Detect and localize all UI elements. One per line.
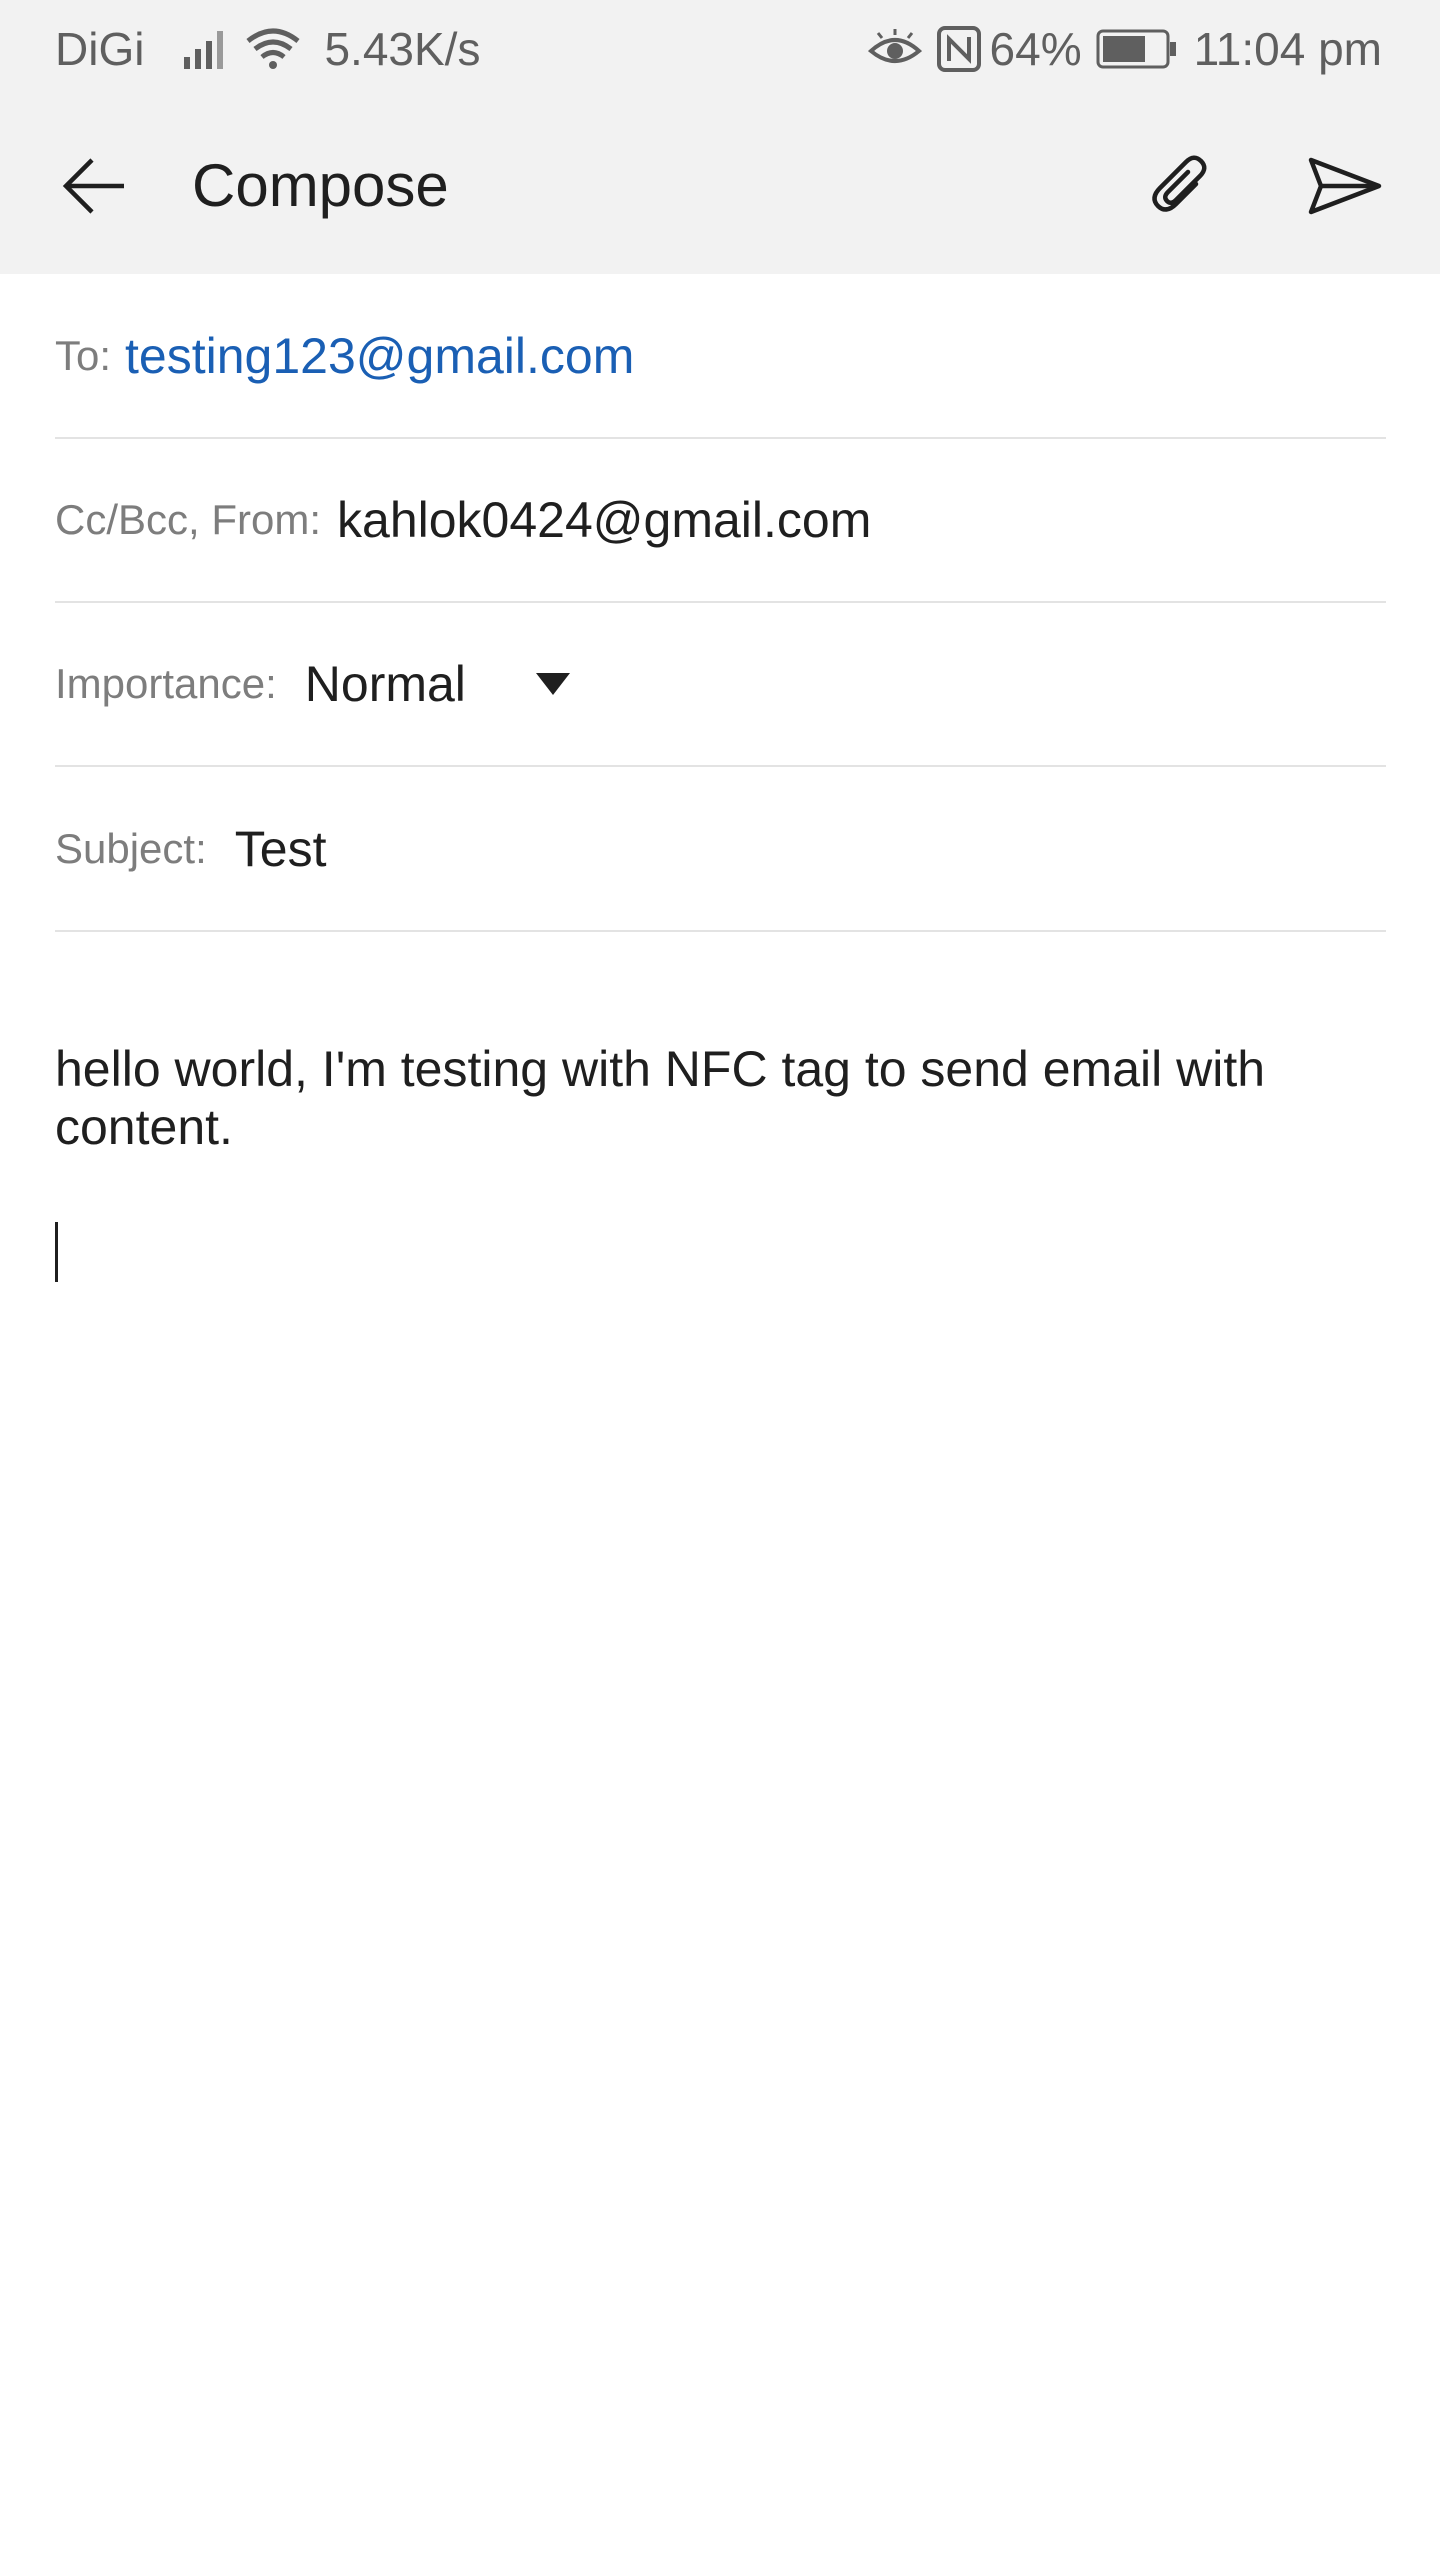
importance-dropdown[interactable]: Normal (305, 655, 570, 713)
importance-label: Importance: (55, 660, 277, 707)
subject-label: Subject: (55, 825, 207, 872)
to-label: To: (55, 332, 112, 379)
importance-row: Importance: Normal (55, 603, 1386, 767)
status-time: 11:04 pm (1193, 23, 1382, 75)
importance-value: Normal (304, 656, 466, 712)
status-left: DiGi 5.43K/s (55, 0, 480, 98)
attach-button[interactable] (1140, 144, 1224, 228)
status-bar: DiGi 5.43K/s 64% 11:04 pm (0, 0, 1440, 98)
dropdown-arrow-icon (535, 673, 570, 695)
network-speed: 5.43K/s (324, 23, 481, 75)
subject-row[interactable]: Subject: Test (55, 768, 1386, 932)
from-address[interactable]: kahlok0424@gmail.com (337, 491, 871, 549)
cc-bcc-from-row[interactable]: Cc/Bcc, From: kahlok0424@gmail.com (55, 439, 1386, 603)
back-arrow-icon (62, 158, 124, 214)
compose-screen: DiGi 5.43K/s 64% 11:04 pm Compose To: te… (0, 0, 1440, 2560)
to-recipient[interactable]: testing123@gmail.com (125, 327, 634, 385)
signal-icon (184, 31, 224, 69)
nfc-icon (936, 26, 981, 72)
eye-icon (867, 29, 922, 63)
cc-bcc-from-label: Cc/Bcc, From: (55, 496, 322, 543)
status-right: 64% 11:04 pm (867, 0, 1382, 98)
text-cursor (55, 1222, 58, 1282)
battery-percent: 64% (989, 23, 1082, 75)
paperclip-icon (1152, 155, 1207, 212)
back-button[interactable] (52, 150, 136, 222)
carrier-name: DiGi (55, 23, 145, 75)
app-bar: Compose (0, 98, 1440, 274)
subject-field[interactable]: Test (235, 820, 327, 878)
wifi-icon (246, 28, 301, 69)
send-icon (1308, 157, 1382, 215)
message-body[interactable]: hello world, I'm testing with NFC tag to… (55, 1040, 1386, 1156)
page-title: Compose (192, 152, 449, 219)
battery-icon (1096, 29, 1176, 69)
send-button[interactable] (1300, 144, 1390, 228)
to-row[interactable]: To: testing123@gmail.com (55, 275, 1386, 439)
